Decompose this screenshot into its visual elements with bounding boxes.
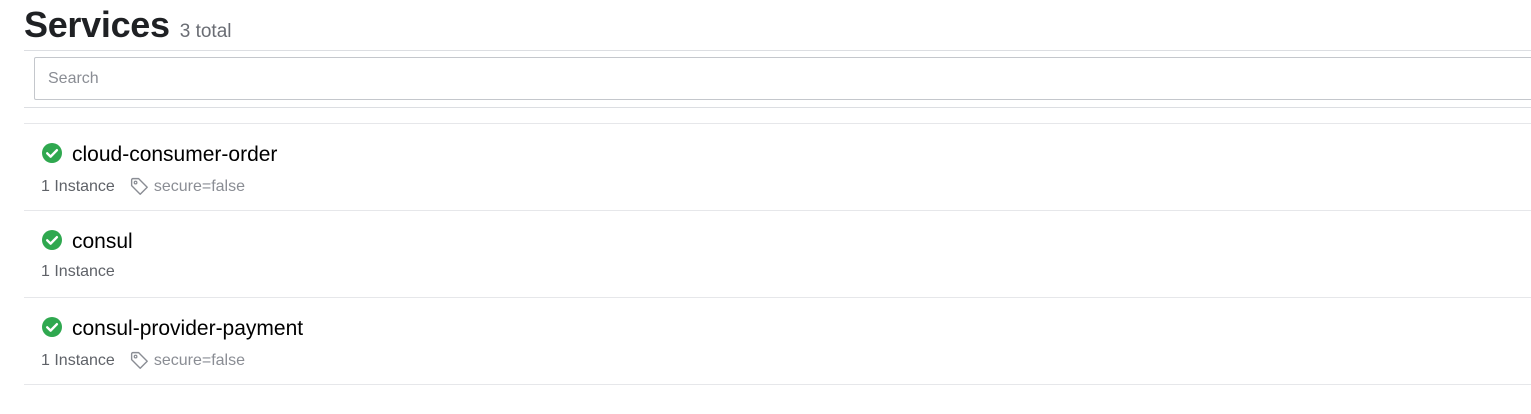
service-name-line: consul-provider-payment [41,317,303,341]
search-input[interactable] [34,57,1531,100]
check-circle-icon [42,317,62,337]
service-meta: 1 Instance secure=false [41,350,245,371]
service-name-link[interactable]: cloud-consumer-order [72,143,277,167]
service-name-line: consul [41,230,133,254]
tag-icon [130,177,148,195]
instance-count: 1 Instance [41,177,115,195]
service-row-consul-provider-payment[interactable]: consul-provider-payment 1 Instance secur… [24,298,1531,385]
services-page: Services 3 total cloud-consumer-order 1 … [0,0,1531,414]
instance-count: 1 Instance [41,351,115,369]
service-row-consul[interactable]: consul 1 Instance [24,211,1531,298]
service-list: cloud-consumer-order 1 Instance secure=f… [24,123,1531,385]
service-tag: secure=false [129,350,245,371]
service-meta: 1 Instance secure=false [41,176,245,197]
service-tag: secure=false [129,176,245,197]
tag-label: secure=false [153,351,245,369]
page-title: Services [24,4,170,45]
service-meta: 1 Instance [41,263,115,281]
page-header: Services 3 total [24,4,232,48]
service-row-cloud-consumer-order[interactable]: cloud-consumer-order 1 Instance secure=f… [24,124,1531,211]
service-name-link[interactable]: consul [72,230,133,254]
tag-icon [130,351,148,369]
search-bar [24,50,1531,108]
service-count: 3 total [179,21,232,42]
check-circle-icon [42,230,62,250]
instance-count: 1 Instance [41,263,115,280]
service-name-line: cloud-consumer-order [41,143,277,167]
check-circle-icon [42,143,62,163]
tag-label: secure=false [153,177,245,195]
service-name-link[interactable]: consul-provider-payment [72,317,303,341]
